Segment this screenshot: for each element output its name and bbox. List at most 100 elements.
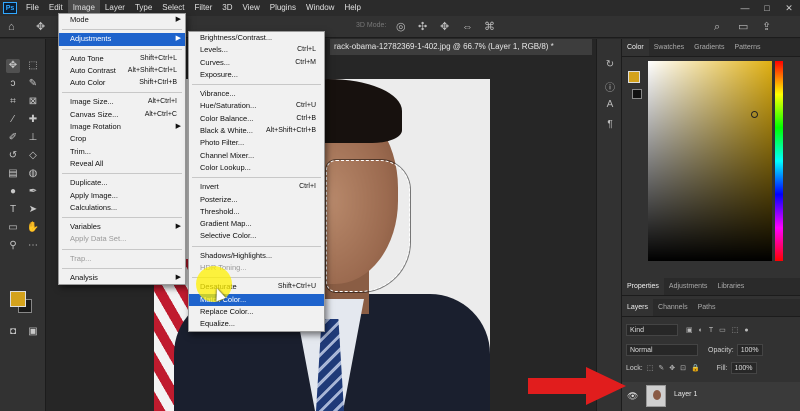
tab-paths[interactable]: Paths [693,299,721,316]
menu-item-posterize[interactable]: Posterize... [189,194,324,206]
move-tool-icon[interactable]: ✥ [36,20,45,34]
menu-item-shadows-highlights[interactable]: Shadows/Highlights... [189,250,324,262]
tab-layers[interactable]: Layers [622,299,654,316]
paragraph-panel-icon[interactable]: ¶ [604,119,616,130]
blend-mode-select[interactable]: Normal [626,344,698,356]
menu-item-canvas-size[interactable]: Canvas Size... Alt+Ctrl+C [59,109,185,121]
menu-item-image-size[interactable]: Image Size... Alt+Ctrl+I [59,96,185,108]
menu-item-trap[interactable]: Trap... [59,253,185,265]
path-select-icon[interactable]: ➤ [26,203,40,217]
hue-slider[interactable] [775,61,783,261]
move-tool-icon[interactable]: ✥ [6,59,20,73]
menu-item-calculations[interactable]: Calculations... [59,202,185,214]
layer-row[interactable]: 👁 Layer 1 [622,382,800,411]
share-icon[interactable]: ⇪ [762,20,771,34]
menu-item-levels[interactable]: Levels... Ctrl+L [189,44,324,56]
menu-item-crop[interactable]: Crop [59,133,185,145]
menu-item-variables[interactable]: Variables ▶ [59,221,185,233]
home-icon[interactable]: ⌂ [8,20,15,34]
history-panel-icon[interactable]: ↻ [604,59,616,70]
menu-filter[interactable]: Filter [190,0,218,16]
tab-libraries[interactable]: Libraries [712,278,749,295]
screen-mode-icon[interactable]: ▣ [26,325,40,339]
tab-patterns[interactable]: Patterns [729,39,765,56]
pen-tool-icon[interactable]: ✒ [26,185,40,199]
menu-item-brightness-contrast[interactable]: Brightness/Contrast... [189,32,324,44]
brush-tool-icon[interactable]: ✐ [6,131,20,145]
menu-item-reveal-all[interactable]: Reveal All [59,158,185,170]
menu-item-mode[interactable]: Mode ▶ [59,14,185,26]
menu-file[interactable]: File [21,0,44,16]
menu-item-photo-filter[interactable]: Photo Filter... [189,137,324,149]
document-tab[interactable]: rack-obama-12782369-1-402.jpg @ 66.7% (L… [330,39,592,55]
slide-3d-icon[interactable]: ⇔ [462,20,473,34]
history-brush-icon[interactable]: ↺ [6,149,20,163]
close-icon[interactable]: ✕ [778,0,800,16]
menu-item-color-lookup[interactable]: Color Lookup... [189,162,324,174]
layer-kind-select[interactable]: Kind [626,324,678,336]
blur-tool-icon[interactable]: ◍ [26,167,40,181]
rectangle-tool-icon[interactable]: ▭ [6,221,20,235]
zoom-tool-icon[interactable]: ⚲ [6,239,20,253]
lock-icons[interactable]: ⬚✎✥⊡🔒 [647,364,705,372]
foreground-color-chip[interactable] [628,71,640,83]
tab-color[interactable]: Color [622,39,649,56]
menu-help[interactable]: Help [339,0,365,16]
menu-item-equalize[interactable]: Equalize... [189,318,324,330]
menu-plugins[interactable]: Plugins [265,0,301,16]
menu-item-replace-color[interactable]: Replace Color... [189,306,324,318]
gradient-tool-icon[interactable]: ▤ [6,167,20,181]
menu-item-exposure[interactable]: Exposure... [189,69,324,81]
menu-item-auto-color[interactable]: Auto Color Shift+Ctrl+B [59,77,185,89]
type-tool-icon[interactable]: T [6,203,20,217]
fill-input[interactable]: 100% [730,362,757,374]
color-picker-field[interactable] [648,61,772,261]
maximize-icon[interactable]: □ [756,0,778,16]
search-icon[interactable]: ⌕ [714,20,720,34]
lasso-tool-icon[interactable]: ↄ [6,77,20,91]
menu-item-threshold[interactable]: Threshold... [189,206,324,218]
scale-3d-icon[interactable]: ⌘ [484,20,495,34]
marquee-tool-icon[interactable]: ⬚ [26,59,40,73]
frame-tool-icon[interactable]: ⊠ [26,95,40,109]
clone-stamp-icon[interactable]: ⊥ [26,131,40,145]
eraser-icon[interactable]: ◇ [26,149,40,163]
roll-3d-icon[interactable]: ✣ [418,20,427,34]
menu-item-apply-image[interactable]: Apply Image... [59,190,185,202]
menu-item-curves[interactable]: Curves... Ctrl+M [189,57,324,69]
layer-filter-icons[interactable]: ▣◐T▭⬚● [686,326,755,334]
menu-item-duplicate[interactable]: Duplicate... [59,177,185,189]
crop-tool-icon[interactable]: ⌗ [6,95,20,109]
menu-item-invert[interactable]: Invert Ctrl+I [189,181,324,193]
tab-channels[interactable]: Channels [653,299,693,316]
eye-icon[interactable]: 👁 [627,391,638,402]
menu-item-auto-tone[interactable]: Auto Tone Shift+Ctrl+L [59,53,185,65]
menu-item-trim[interactable]: Trim... [59,146,185,158]
background-color-chip[interactable] [632,89,642,99]
menu-item-apply-data-set[interactable]: Apply Data Set... [59,233,185,245]
more-tools-icon[interactable]: ⋯ [26,239,40,253]
minimize-icon[interactable]: — [734,0,756,16]
color-picker-ring[interactable] [751,111,758,118]
menu-item-image-rotation[interactable]: Image Rotation ▶ [59,121,185,133]
dodge-tool-icon[interactable]: ● [6,185,20,199]
menu-view[interactable]: View [238,0,265,16]
menu-item-black-white[interactable]: Black & White... Alt+Shift+Ctrl+B [189,125,324,137]
menu-item-analysis[interactable]: Analysis ▶ [59,272,185,284]
character-panel-icon[interactable]: A [604,99,616,110]
menu-item-gradient-map[interactable]: Gradient Map... [189,218,324,230]
menu-item-auto-contrast[interactable]: Auto Contrast Alt+Shift+Ctrl+L [59,65,185,77]
info-panel-icon[interactable]: ⓘ [604,79,616,94]
menu-item-vibrance[interactable]: Vibrance... [189,88,324,100]
menu-item-color-balance[interactable]: Color Balance... Ctrl+B [189,113,324,125]
hand-tool-icon[interactable]: ✋ [26,221,40,235]
tab-properties[interactable]: Properties [622,278,664,295]
layer-name[interactable]: Layer 1 [674,391,697,398]
menu-window[interactable]: Window [301,0,339,16]
healing-brush-icon[interactable]: ✚ [26,113,40,127]
menu-item-selective-color[interactable]: Selective Color... [189,230,324,242]
eyedropper-icon[interactable]: ⁄ [6,113,20,127]
menu-item-adjustments[interactable]: Adjustments ▶ [59,33,185,46]
orbit-3d-icon[interactable]: ◎ [396,20,406,34]
quick-mask-icon[interactable]: ◘ [6,325,20,339]
